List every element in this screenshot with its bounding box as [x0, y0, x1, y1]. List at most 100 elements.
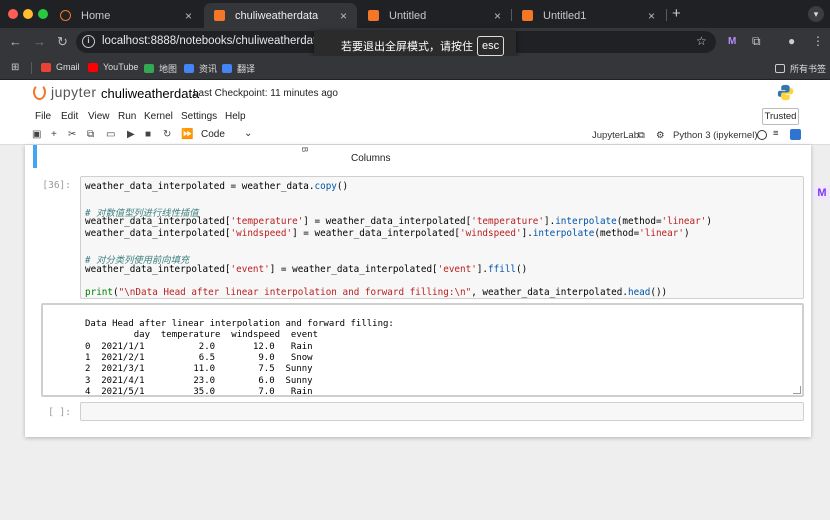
tab-label: chuliweatherdata — [235, 9, 319, 22]
menu-file[interactable]: File — [35, 111, 51, 122]
notebook-favicon-icon — [368, 10, 379, 21]
hamburger-menu-icon[interactable]: ≡ — [773, 128, 779, 139]
interrupt-icon[interactable]: ■ — [145, 129, 151, 140]
browser-tab-untitled[interactable]: Untitled × — [358, 3, 511, 28]
kernel-name[interactable]: Python 3 (ipykernel) — [673, 130, 757, 141]
output-glyph: B — [300, 146, 310, 153]
tab-close-icon[interactable]: × — [185, 9, 192, 23]
bookmark-translate[interactable]: 翻译 — [222, 62, 255, 75]
code-cell-prompt: [36]: — [42, 180, 71, 191]
restart-run-all-icon[interactable]: ⏩ — [181, 129, 193, 140]
tab-search-chevron-icon[interactable]: ▾ — [808, 6, 824, 22]
menu-settings[interactable]: Settings — [181, 111, 217, 122]
menu-kernel[interactable]: Kernel — [144, 111, 173, 122]
bookmark-star-icon[interactable]: ☆ — [696, 34, 707, 48]
code-token: 'windspeed' — [230, 228, 293, 240]
code-token: 'windspeed' — [460, 228, 522, 240]
output-line: 4 2021/5/1 35.0 7.0 Rain — [85, 386, 313, 395]
profile-avatar-icon[interactable]: ● — [788, 34, 795, 48]
menu-edit[interactable]: Edit — [61, 111, 78, 122]
jupyter-menu-bar: File Edit View Run Kernel Settings Help … — [0, 106, 830, 126]
jupyter-logo[interactable]: jupyter — [33, 84, 97, 100]
tab-close-icon[interactable]: × — [340, 9, 347, 23]
trusted-indicator[interactable]: Trusted — [762, 108, 799, 125]
jupyter-favicon-icon — [60, 10, 71, 21]
toggle-panel-icon[interactable] — [790, 129, 801, 140]
empty-cell-prompt: [ ]: — [48, 407, 71, 418]
empty-code-cell[interactable] — [80, 402, 804, 421]
output-line: 2 2021/3/1 11.0 7.5 Sunny — [85, 364, 313, 375]
code-token: ] = weather_data_interpolated[ — [292, 228, 461, 240]
url-text[interactable]: localhost:8888/notebooks/chuliweatherdat… — [102, 35, 314, 47]
code-line[interactable]: weather_data_interpolated['event'] = wea… — [85, 264, 527, 275]
external-link-icon: ⧉ — [638, 130, 645, 141]
notebook-title[interactable]: chuliweatherdata — [101, 86, 199, 101]
chevron-down-icon[interactable]: ⌄ — [244, 128, 252, 139]
browser-tab-chuliweatherdata[interactable]: chuliweatherdata × — [204, 3, 357, 28]
bookmark-label: Gmail — [56, 62, 80, 72]
code-token: 'temperature' — [230, 216, 304, 228]
tab-close-icon[interactable]: × — [648, 9, 655, 23]
reload-icon[interactable]: ↻ — [57, 34, 68, 50]
browser-tab-untitled1[interactable]: Untitled1 × — [512, 3, 665, 28]
code-token: interpolate — [555, 216, 617, 228]
code-token: 'event' — [230, 263, 270, 275]
minimize-window-button[interactable] — [23, 9, 33, 19]
menu-run[interactable]: Run — [118, 111, 136, 122]
close-window-button[interactable] — [8, 9, 18, 19]
apps-grid-icon[interactable]: ⊞ — [11, 62, 19, 73]
folder-icon — [775, 64, 785, 73]
code-line[interactable]: print("\nData Head after linear interpol… — [85, 287, 667, 298]
extensions-puzzle-icon[interactable]: ⧉ — [752, 34, 761, 49]
menu-help[interactable]: Help — [225, 111, 246, 122]
browser-menu-icon[interactable]: ⋮ — [812, 34, 824, 48]
output-line: day temperature windspeed event — [85, 330, 318, 341]
paste-icon[interactable]: ▭ — [106, 129, 115, 140]
forward-arrow-icon[interactable]: → — [33, 34, 46, 49]
bookmark-label: 翻译 — [237, 64, 256, 74]
code-line[interactable]: weather_data_interpolated = weather_data… — [85, 181, 348, 192]
bookmark-gmail[interactable]: Gmail — [41, 62, 80, 72]
bookmark-label: 地图 — [159, 64, 178, 74]
bookmark-youtube[interactable]: YouTube — [88, 62, 138, 72]
cut-icon[interactable]: ✂ — [68, 129, 76, 140]
code-cell-editor[interactable]: weather_data_interpolated = weather_data… — [80, 176, 804, 299]
menu-view[interactable]: View — [88, 111, 110, 122]
tab-close-icon[interactable]: × — [494, 9, 501, 23]
save-icon[interactable]: ▣ — [32, 129, 41, 140]
code-token: interpolate — [532, 228, 595, 240]
run-icon[interactable]: ▶ — [127, 129, 135, 140]
back-arrow-icon[interactable]: ← — [9, 34, 22, 49]
code-line[interactable]: weather_data_interpolated['temperature']… — [85, 216, 712, 227]
code-token: ) — [706, 216, 712, 228]
bookmark-news[interactable]: 资讯 — [184, 62, 217, 75]
notebook-panel: B Columns [36]: weather_data_interpolate… — [25, 145, 811, 437]
restart-icon[interactable]: ↻ — [163, 129, 171, 140]
resize-handle-icon[interactable] — [793, 386, 801, 394]
code-token: copy — [314, 181, 337, 192]
side-extension-icon[interactable]: M — [814, 186, 830, 200]
maximize-window-button[interactable] — [38, 9, 48, 19]
code-token: ]. — [476, 263, 489, 275]
all-bookmarks[interactable]: 所有书签 — [775, 62, 826, 75]
bookmark-maps[interactable]: 地图 — [144, 62, 177, 75]
code-token: 'temperature' — [471, 216, 544, 228]
extension-logo-icon[interactable]: M — [728, 36, 736, 47]
code-token: ]. — [543, 216, 556, 228]
insert-cell-icon[interactable]: + — [51, 129, 57, 140]
new-tab-button[interactable]: + — [672, 5, 681, 22]
jupyterlab-link[interactable]: JupyterLab — [592, 130, 639, 141]
copy-icon[interactable]: ⧉ — [87, 129, 94, 140]
notebook-toolbar: ▣ + ✂ ⧉ ▭ ▶ ■ ↻ ⏩ Code ⌄ JupyterLab ⧉ ⚙ … — [0, 126, 830, 145]
bookmarks-bar: ⊞ Gmail YouTube 地图 资讯 翻译 所有书签 — [0, 56, 830, 80]
code-line[interactable]: weather_data_interpolated['windspeed'] =… — [85, 228, 690, 239]
browser-tab-home[interactable]: Home × — [50, 3, 202, 28]
site-info-icon[interactable]: i — [82, 35, 95, 48]
fullscreen-toast-text: 若要退出全屏模式，请按住 — [341, 40, 473, 53]
notebook-favicon-icon — [214, 10, 225, 21]
cell-type-select[interactable]: Code — [201, 129, 225, 140]
gear-icon[interactable]: ⚙ — [656, 130, 665, 141]
news-icon — [184, 64, 194, 73]
code-token: () — [336, 181, 349, 192]
notebook-favicon-icon — [522, 10, 533, 21]
